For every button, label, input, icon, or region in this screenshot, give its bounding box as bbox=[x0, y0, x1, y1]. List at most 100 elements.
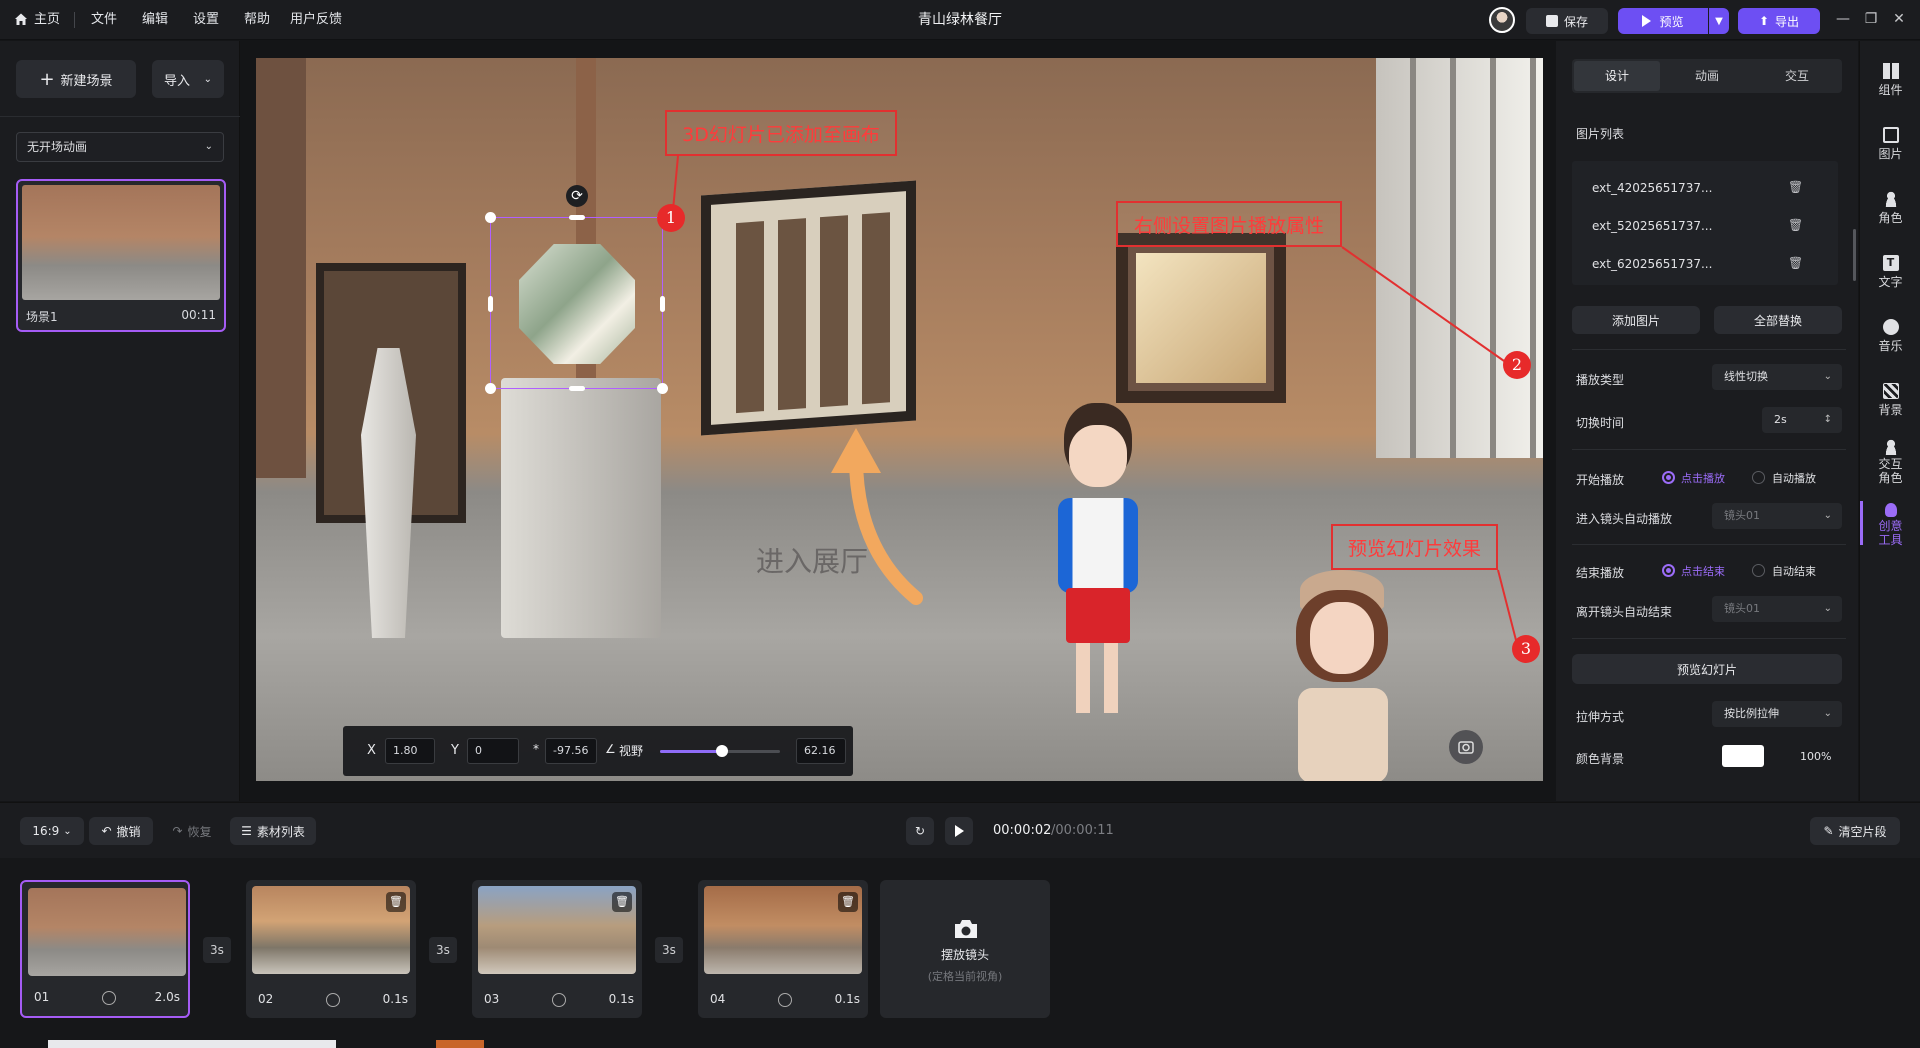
tab-design[interactable]: 设计 bbox=[1574, 61, 1660, 91]
menu-settings[interactable]: 设置 bbox=[193, 0, 219, 40]
play-circle-icon[interactable] bbox=[102, 991, 116, 1005]
shot-duration: 0.1s bbox=[834, 992, 860, 1006]
radio-click-end[interactable] bbox=[1662, 564, 1675, 577]
tool-background[interactable]: 背景 bbox=[1860, 383, 1920, 418]
play-type-select[interactable]: 线性切换 ⌄ bbox=[1712, 364, 1842, 390]
stepper-icon[interactable]: ↕ bbox=[1824, 407, 1832, 433]
annotation-lines bbox=[671, 155, 1519, 649]
trash-icon[interactable]: 🗑 bbox=[1788, 218, 1803, 232]
restore-icon[interactable]: ❐ bbox=[1860, 8, 1882, 30]
shot-duration: 2.0s bbox=[154, 990, 180, 1004]
replace-all-button[interactable]: 全部替换 bbox=[1714, 306, 1842, 334]
shot-03[interactable]: 🗑 03 0.1s bbox=[472, 880, 642, 1018]
scene-card[interactable]: 场景1 00:11 bbox=[16, 179, 226, 332]
trash-icon[interactable]: 🗑 bbox=[386, 892, 406, 912]
x-input[interactable]: 1.80 bbox=[385, 738, 435, 764]
undo-button[interactable]: ↶ 撤销 bbox=[89, 817, 153, 845]
transition-duration[interactable]: 3s bbox=[655, 937, 683, 963]
trash-icon[interactable]: 🗑 bbox=[1788, 180, 1803, 194]
menu-feedback[interactable]: 用户反馈 bbox=[290, 0, 342, 40]
new-scene-button[interactable]: + 新建场景 bbox=[16, 60, 136, 98]
export-button[interactable]: ⬆ 导出 bbox=[1738, 8, 1820, 34]
home-icon[interactable] bbox=[14, 12, 28, 26]
clear-clips-button[interactable]: ✎ 清空片段 bbox=[1810, 817, 1900, 845]
loop-button[interactable]: ↻ bbox=[906, 817, 934, 845]
play-button[interactable] bbox=[945, 817, 973, 845]
menu-help[interactable]: 帮助 bbox=[244, 0, 270, 40]
tool-creative[interactable]: 创意工具 bbox=[1860, 503, 1920, 547]
playhead-marker[interactable] bbox=[436, 1040, 484, 1048]
tool-interactive-character[interactable]: 交互角色 bbox=[1860, 439, 1920, 485]
y-input[interactable]: 0 bbox=[467, 738, 519, 764]
start-option-click[interactable]: 点击播放 bbox=[1681, 470, 1725, 486]
z-input[interactable]: -97.56 bbox=[545, 738, 597, 764]
scrollbar[interactable] bbox=[1853, 229, 1856, 281]
tool-images[interactable]: 图片 bbox=[1860, 127, 1920, 162]
add-image-button[interactable]: 添加图片 bbox=[1572, 306, 1700, 334]
upload-icon: ⬆ bbox=[1758, 14, 1770, 28]
play-circle-icon[interactable] bbox=[552, 993, 566, 1007]
tab-animation[interactable]: 动画 bbox=[1664, 61, 1750, 91]
menu-file[interactable]: 文件 bbox=[91, 0, 117, 40]
start-option-auto[interactable]: 自动播放 bbox=[1772, 470, 1816, 486]
menu-home[interactable]: 主页 bbox=[34, 0, 60, 40]
radio-auto-play[interactable] bbox=[1752, 471, 1765, 484]
shot-01[interactable]: 01 2.0s bbox=[20, 880, 190, 1018]
trash-icon[interactable]: 🗑 bbox=[838, 892, 858, 912]
end-option-click[interactable]: 点击结束 bbox=[1681, 563, 1725, 579]
image-item-name[interactable]: ext_52025651737... bbox=[1592, 219, 1712, 233]
image-item-name[interactable]: ext_42025651737... bbox=[1592, 181, 1712, 195]
aspect-ratio-select[interactable]: 16:9 ⌄ bbox=[20, 817, 84, 845]
bg-opacity[interactable]: 100% bbox=[1800, 750, 1831, 763]
fov-input[interactable]: 62.16 bbox=[796, 738, 846, 764]
divider bbox=[0, 116, 240, 117]
close-icon[interactable]: ✕ bbox=[1888, 8, 1910, 30]
fov-slider[interactable] bbox=[660, 745, 780, 757]
play-icon bbox=[1642, 15, 1652, 27]
bg-color-swatch[interactable] bbox=[1722, 745, 1764, 767]
preview-dropdown[interactable]: ▼ bbox=[1709, 8, 1729, 34]
trash-icon[interactable]: 🗑 bbox=[612, 892, 632, 912]
tool-characters[interactable]: 角色 bbox=[1860, 191, 1920, 226]
scene-animation-select[interactable]: 无开场动画 ⌄ bbox=[16, 132, 224, 162]
tab-interaction[interactable]: 交互 bbox=[1754, 61, 1840, 91]
image-item-name[interactable]: ext_62025651737... bbox=[1592, 257, 1712, 271]
assets-list-button[interactable]: ☰ 素材列表 bbox=[230, 817, 316, 845]
minimize-icon[interactable]: — bbox=[1832, 8, 1854, 30]
preview-button[interactable]: 预览 bbox=[1618, 8, 1708, 34]
place-camera-button[interactable]: 摆放镜头 (定格当前视角) bbox=[880, 880, 1050, 1018]
switch-time-stepper[interactable]: 2s ↕ bbox=[1762, 407, 1842, 433]
trash-icon[interactable]: 🗑 bbox=[1788, 256, 1803, 270]
import-button[interactable]: 导入 ⌄ bbox=[152, 60, 224, 98]
save-icon bbox=[1545, 15, 1558, 27]
end-play-label: 结束播放 bbox=[1576, 566, 1625, 580]
preview-slide-button[interactable]: 预览幻灯片 bbox=[1572, 654, 1842, 684]
radio-click-play[interactable] bbox=[1662, 471, 1675, 484]
timeline-scroll-thumb[interactable] bbox=[48, 1040, 336, 1048]
avatar[interactable] bbox=[1489, 7, 1515, 33]
fov-slider-knob[interactable] bbox=[716, 745, 729, 757]
redo-button[interactable]: ↷ 恢复 bbox=[160, 817, 224, 845]
transition-duration[interactable]: 3s bbox=[203, 937, 231, 963]
bulb-icon bbox=[1884, 503, 1897, 517]
leave-camera-select[interactable]: 镜头01 ⌄ bbox=[1712, 596, 1842, 622]
leave-camera-value: 镜头01 bbox=[1724, 602, 1760, 615]
save-button[interactable]: 保存 bbox=[1526, 8, 1608, 34]
menu-edit[interactable]: 编辑 bbox=[142, 0, 168, 40]
end-option-auto[interactable]: 自动结束 bbox=[1772, 563, 1816, 579]
scene-thumbnail bbox=[22, 185, 220, 300]
tool-components[interactable]: 组件 bbox=[1860, 63, 1920, 98]
play-type-label: 播放类型 bbox=[1576, 373, 1625, 387]
transition-duration[interactable]: 3s bbox=[429, 937, 457, 963]
shot-02[interactable]: 🗑 02 0.1s bbox=[246, 880, 416, 1018]
stretch-select[interactable]: 按比例拉伸 ⌄ bbox=[1712, 701, 1842, 727]
tool-music[interactable]: 音乐 bbox=[1860, 319, 1920, 354]
play-circle-icon[interactable] bbox=[326, 993, 340, 1007]
tool-text[interactable]: T 文字 bbox=[1860, 255, 1920, 290]
scene-view[interactable]: 进入展厅 ⟳ 3D幻灯片已添加至画布 右侧设置图片播放属性 预览幻灯片效果 1 … bbox=[256, 58, 1543, 781]
radio-auto-end[interactable] bbox=[1752, 564, 1765, 577]
camera-icon bbox=[955, 920, 977, 938]
enter-camera-select[interactable]: 镜头01 ⌄ bbox=[1712, 503, 1842, 529]
play-circle-icon[interactable] bbox=[778, 993, 792, 1007]
shot-04[interactable]: 🗑 04 0.1s bbox=[698, 880, 868, 1018]
